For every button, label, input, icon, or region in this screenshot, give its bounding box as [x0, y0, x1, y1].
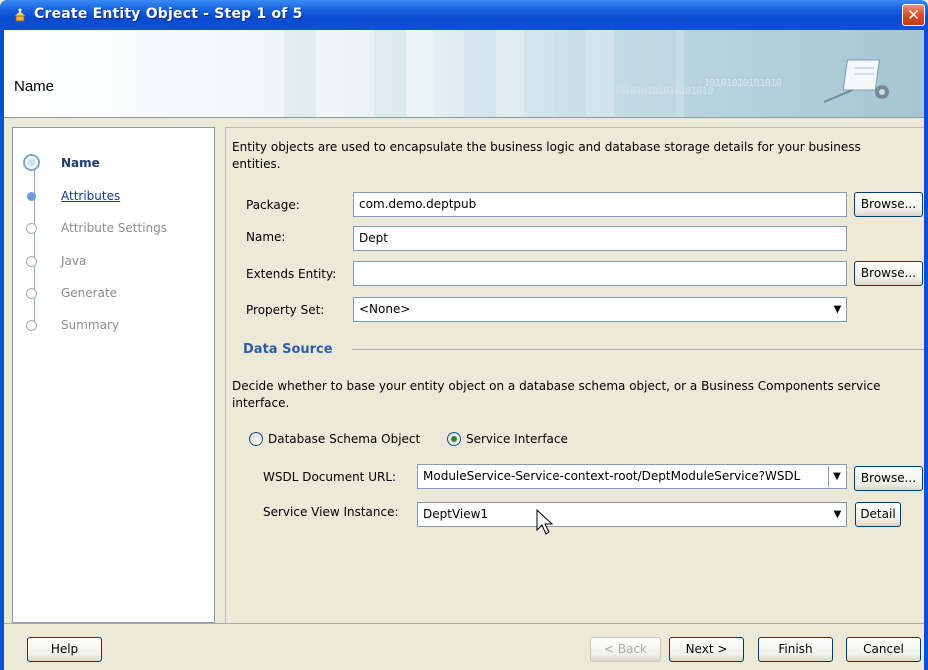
- extends-entity-label: Extends Entity:: [246, 267, 337, 281]
- step-dot-icon: [26, 223, 37, 234]
- wsdl-browse-button[interactable]: Browse...: [854, 466, 923, 491]
- step-generate: Generate: [13, 283, 213, 305]
- chevron-down-icon[interactable]: ▼: [828, 466, 845, 487]
- header-binary-decoration-2: 10101010101010: [704, 78, 782, 89]
- wsdl-url-combo[interactable]: ModuleService-Service-context-root/DeptM…: [417, 464, 847, 489]
- step-summary: Summary: [13, 315, 213, 337]
- step-name[interactable]: Name: [13, 153, 213, 175]
- step-attribute-settings-label: Attribute Settings: [61, 221, 168, 235]
- close-icon: ✕: [907, 6, 920, 24]
- step-current-icon: [23, 154, 40, 171]
- data-source-description: Decide whether to base your entity objec…: [232, 379, 881, 410]
- view-instance-select[interactable]: DeptView1: [417, 502, 847, 527]
- package-field[interactable]: com.demo.deptpub: [353, 192, 847, 217]
- chevron-down-icon[interactable]: ▼: [829, 299, 846, 320]
- package-browse-button[interactable]: Browse...: [854, 192, 923, 217]
- section-divider: [352, 349, 924, 350]
- mouse-cursor-icon: [536, 509, 554, 535]
- step-attributes-label: Attributes: [61, 189, 121, 203]
- step-summary-label: Summary: [61, 318, 119, 332]
- finish-button[interactable]: Finish: [758, 637, 833, 662]
- help-button[interactable]: Help: [27, 637, 102, 662]
- service-interface-radio[interactable]: [447, 432, 461, 446]
- step-dot-icon: [27, 192, 36, 201]
- data-source-title: Data Source: [243, 342, 333, 357]
- package-label: Package:: [246, 198, 300, 212]
- header-banner: 10101010101010 0101010101010101010 Name: [4, 30, 924, 118]
- extends-browse-button[interactable]: Browse...: [854, 261, 923, 286]
- wizard-steps-panel: Name Attributes Attribute Settings Java …: [12, 127, 215, 623]
- view-instance-label: Service View Instance:: [263, 505, 399, 519]
- window-frame-left: [0, 30, 4, 670]
- step-attributes[interactable]: Attributes: [13, 186, 213, 208]
- wsdl-url-label: WSDL Document URL:: [263, 470, 397, 484]
- name-label: Name:: [246, 230, 286, 244]
- property-set-select[interactable]: <None>: [353, 297, 847, 322]
- title-bar: Create Entity Object - Step 1 of 5 ✕: [0, 0, 928, 30]
- back-button: < Back: [590, 637, 661, 662]
- window-frame-right: [924, 30, 928, 670]
- footer-divider: [4, 623, 924, 624]
- detail-button[interactable]: Detail: [855, 502, 901, 527]
- step-dot-icon: [26, 320, 37, 331]
- step-java: Java: [13, 251, 213, 273]
- chevron-down-icon[interactable]: ▼: [829, 504, 846, 525]
- window-title: Create Entity Object - Step 1 of 5: [34, 6, 303, 22]
- step-generate-label: Generate: [61, 286, 118, 300]
- property-set-label: Property Set:: [246, 303, 325, 317]
- step-attribute-settings: Attribute Settings: [13, 218, 213, 240]
- next-button[interactable]: Next >: [669, 637, 744, 662]
- step-java-label: Java: [61, 254, 87, 268]
- intro-text: Entity objects are used to encapsulate t…: [232, 140, 861, 171]
- database-schema-label[interactable]: Database Schema Object: [268, 432, 420, 446]
- extends-entity-field[interactable]: [353, 261, 847, 286]
- step-dot-icon: [26, 256, 37, 267]
- service-interface-label[interactable]: Service Interface: [466, 432, 568, 446]
- cancel-button[interactable]: Cancel: [846, 637, 921, 662]
- header-decoration: [254, 30, 684, 117]
- step-name-label: Name: [61, 156, 100, 170]
- database-schema-radio[interactable]: [249, 432, 263, 446]
- wizard-gear-icon: [823, 59, 889, 103]
- header-binary-decoration-1: 0101010101010101010: [608, 86, 713, 97]
- step-dot-icon: [26, 288, 37, 299]
- close-button[interactable]: ✕: [902, 4, 925, 26]
- page-heading: Name: [14, 78, 55, 95]
- app-icon: [15, 8, 25, 22]
- name-field[interactable]: Dept: [353, 226, 847, 251]
